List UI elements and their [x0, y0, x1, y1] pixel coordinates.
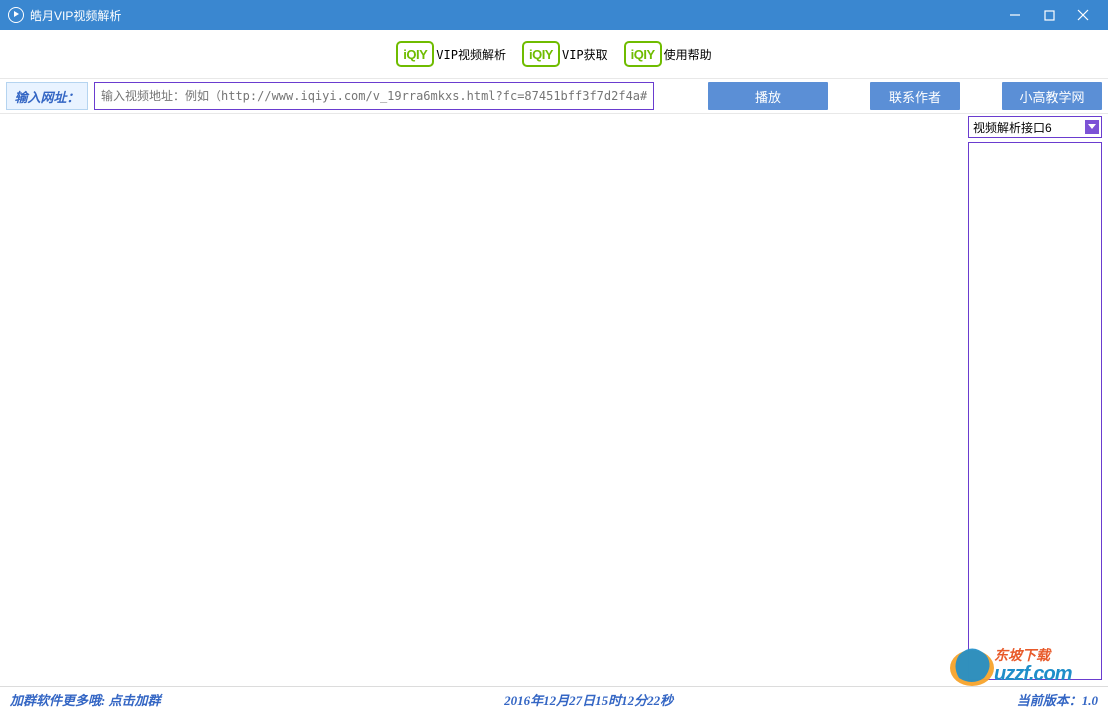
tab-help[interactable]: iQIY 使用帮助 [620, 39, 716, 69]
contact-author-button[interactable]: 联系作者 [870, 82, 960, 110]
input-row: 输入网址： 播放 联系作者 小高教学网 [0, 78, 1108, 114]
url-label: 输入网址： [6, 82, 88, 110]
app-title: 皓月VIP视频解析 [30, 7, 121, 24]
iqiyi-logo-icon: iQIY [396, 41, 434, 67]
iqiyi-logo-icon: iQIY [522, 41, 560, 67]
iqiyi-logo-icon: iQIY [624, 41, 662, 67]
status-datetime: 2016年12月27日15时12分22秒 [161, 690, 1017, 709]
chevron-down-icon [1085, 120, 1099, 134]
tab-label: 使用帮助 [664, 46, 712, 63]
top-tabs: iQIY VIP视频解析 iQIY VIP获取 iQIY 使用帮助 [0, 30, 1108, 78]
status-group: 加群软件更多哦: 点击加群 [0, 690, 161, 709]
maximize-button[interactable] [1032, 0, 1066, 30]
play-button[interactable]: 播放 [708, 82, 828, 110]
tab-vip-get[interactable]: iQIY VIP获取 [518, 39, 612, 69]
tutorial-site-button[interactable]: 小高教学网 [1002, 82, 1102, 110]
join-group-link[interactable]: 点击加群 [109, 693, 161, 708]
version-value: 1.0 [1082, 693, 1098, 708]
side-panel: 视频解析接口6 [966, 114, 1108, 686]
api-select[interactable]: 视频解析接口6 [968, 116, 1102, 138]
version-label: 当前版本： [1017, 693, 1082, 708]
tab-label: VIP视频解析 [436, 46, 506, 63]
result-listbox[interactable] [968, 142, 1102, 680]
status-version: 当前版本：1.0 [1017, 690, 1108, 709]
group-prefix-text: 加群软件更多哦: [10, 693, 105, 708]
statusbar: 加群软件更多哦: 点击加群 2016年12月27日15时12分22秒 当前版本：… [0, 686, 1108, 712]
tab-vip-parse[interactable]: iQIY VIP视频解析 [392, 39, 510, 69]
minimize-button[interactable] [998, 0, 1032, 30]
close-button[interactable] [1066, 0, 1100, 30]
url-input[interactable] [94, 82, 654, 110]
main-area: 视频解析接口6 [0, 114, 1108, 686]
titlebar: 皓月VIP视频解析 [0, 0, 1108, 30]
app-play-icon [8, 7, 24, 23]
video-player-area [0, 114, 966, 686]
api-select-value: 视频解析接口6 [973, 119, 1085, 136]
tab-label: VIP获取 [562, 46, 608, 63]
